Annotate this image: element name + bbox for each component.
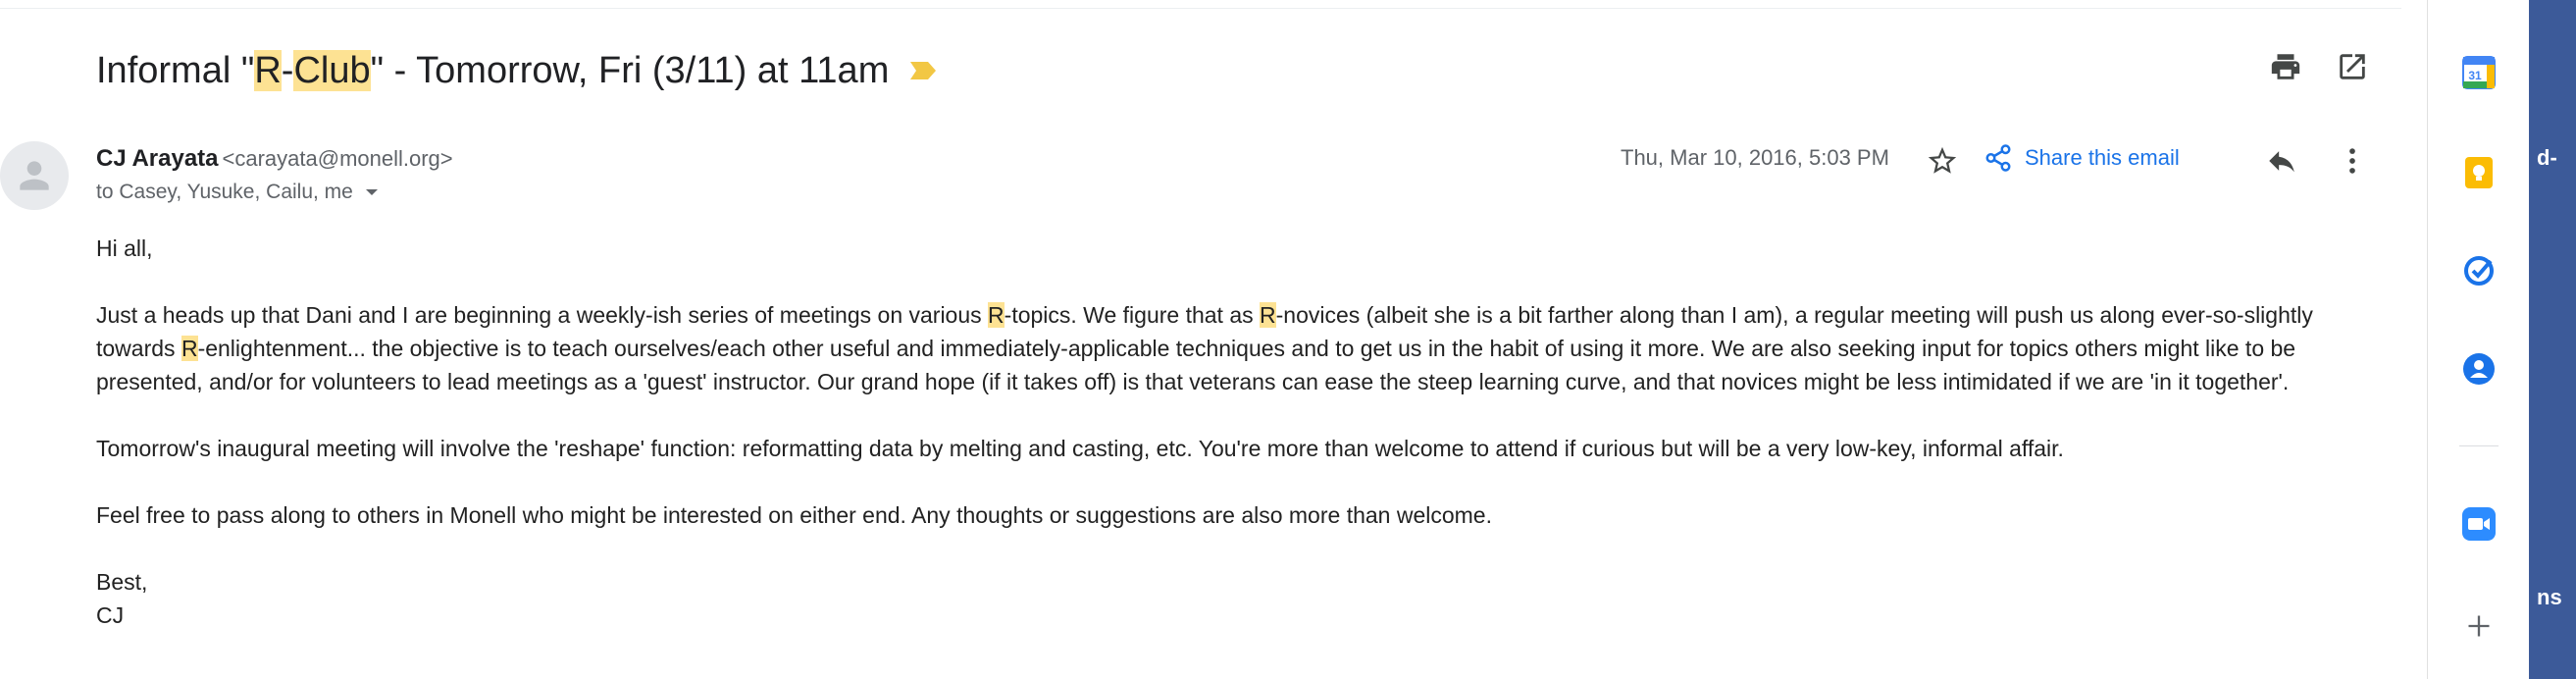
chevron-down-icon[interactable] <box>365 185 379 199</box>
background-page-edge: d- ns <box>2529 0 2576 679</box>
open-in-new-window-icon[interactable] <box>2333 47 2372 86</box>
search-highlight: R <box>254 49 282 91</box>
email-body: Hi all, Just a heads up that Dani and I … <box>96 232 2382 632</box>
recipients-line[interactable]: to Casey, Yusuke, Cailu, me <box>96 181 379 204</box>
search-highlight: R <box>1260 302 1276 328</box>
person-icon <box>20 161 49 190</box>
share-email-button[interactable]: Share this email <box>1984 143 2180 173</box>
keep-icon[interactable] <box>2459 153 2499 192</box>
share-icon <box>1985 144 2011 172</box>
divider <box>0 8 2401 9</box>
recipients-text: to Casey, Yusuke, Cailu, me <box>96 181 353 203</box>
add-addon-icon[interactable] <box>2459 606 2499 646</box>
print-icon[interactable] <box>2266 47 2305 86</box>
search-highlight: R <box>180 336 198 361</box>
edge-text: d- <box>2537 145 2557 170</box>
more-options-icon[interactable] <box>2333 141 2372 181</box>
search-highlight: Club <box>293 49 371 91</box>
search-highlight: R <box>988 302 1005 328</box>
message-view: Informal "R-Club" - Tomorrow, Fri (3/11)… <box>0 0 2401 679</box>
sender-name[interactable]: CJ Arayata <box>96 145 219 172</box>
sender-line: CJ Arayata <carayata@monell.org> <box>96 145 453 173</box>
zoom-icon[interactable] <box>2459 504 2499 544</box>
divider <box>2459 445 2499 446</box>
contacts-icon[interactable] <box>2459 349 2499 389</box>
calendar-icon[interactable]: 31 <box>2459 53 2499 92</box>
star-icon[interactable] <box>1923 141 1962 181</box>
important-label-icon[interactable] <box>908 60 938 81</box>
subject-actions <box>2266 47 2372 86</box>
email-subject: Informal "R-Club" - Tomorrow, Fri (3/11)… <box>96 49 890 91</box>
body-paragraph: Just a heads up that Dani and I are begi… <box>96 302 2313 394</box>
side-panel: 31 <box>2427 0 2530 679</box>
subject-row: Informal "R-Club" - Tomorrow, Fri (3/11)… <box>96 43 938 98</box>
signature: CJ <box>96 602 125 628</box>
greeting: Hi all, <box>96 235 153 261</box>
closing: Best, <box>96 569 148 595</box>
svg-text:31: 31 <box>2468 69 2482 82</box>
email-date: Thu, Mar 10, 2016, 5:03 PM <box>1621 145 1889 170</box>
reply-icon[interactable] <box>2262 141 2301 181</box>
avatar[interactable] <box>0 141 69 210</box>
body-paragraph: Tomorrow's inaugural meeting will involv… <box>96 436 2064 461</box>
tasks-icon[interactable] <box>2459 251 2499 290</box>
sender-email: <carayata@monell.org> <box>222 146 453 171</box>
body-paragraph: Feel free to pass along to others in Mon… <box>96 502 1492 528</box>
share-label: Share this email <box>2025 145 2180 170</box>
edge-text: ns <box>2537 585 2562 609</box>
